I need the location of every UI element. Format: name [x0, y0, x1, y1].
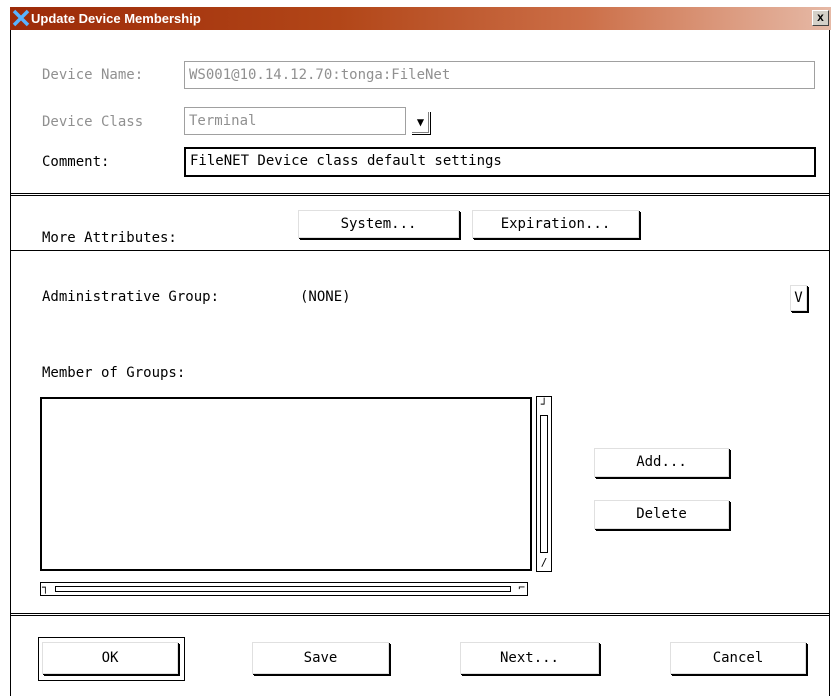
title-bar[interactable]: Update Device Membership x — [10, 7, 831, 30]
footer-section: OK Save Next... Cancel — [11, 615, 829, 695]
ok-button[interactable]: OK — [42, 642, 178, 674]
member-groups-horizontal-scrollbar[interactable]: ┐ ⌐ — [40, 581, 528, 596]
device-name-label: Device Name: — [42, 67, 144, 83]
device-name-field: WS001@10.14.12.70:tonga:FileNet — [184, 61, 815, 89]
identity-section: Device Name: WS001@10.14.12.70:tonga:Fil… — [11, 30, 829, 194]
scroll-right-icon[interactable]: ⌐ — [518, 581, 525, 595]
delete-group-button[interactable]: Delete — [594, 500, 729, 529]
x-logo-icon — [12, 9, 30, 27]
scroll-down-icon[interactable]: / — [538, 556, 550, 570]
administrative-group-label: Administrative Group: — [42, 289, 220, 305]
save-button[interactable]: Save — [252, 642, 389, 674]
groups-section: Administrative Group: (NONE) V Member of… — [11, 252, 829, 614]
member-groups-list[interactable] — [40, 397, 532, 571]
cancel-button[interactable]: Cancel — [670, 642, 806, 674]
chevron-down-icon: V — [794, 290, 803, 306]
horizontal-scroll-track[interactable] — [55, 586, 511, 592]
device-class-label: Device Class — [42, 114, 144, 130]
window-title: Update Device Membership — [31, 11, 201, 26]
device-class-dropdown-button: ▼ — [411, 111, 430, 134]
administrative-group-dropdown-button[interactable]: V — [790, 285, 807, 311]
chevron-down-icon: ▼ — [416, 115, 425, 129]
scroll-left-icon[interactable]: ┐ — [42, 581, 49, 595]
attributes-section: More Attributes: System... Expiration... — [11, 195, 829, 251]
expiration-button[interactable]: Expiration... — [472, 210, 639, 238]
scroll-up-icon[interactable]: ┘ — [538, 398, 550, 412]
member-of-groups-label: Member of Groups: — [42, 365, 186, 381]
system-button[interactable]: System... — [298, 210, 459, 238]
member-groups-vertical-scrollbar[interactable]: ┘ / — [536, 396, 552, 572]
add-group-button[interactable]: Add... — [594, 448, 729, 477]
comment-input[interactable]: FileNET Device class default settings — [184, 147, 816, 177]
close-icon: x — [817, 10, 824, 24]
close-button[interactable]: x — [812, 10, 829, 26]
dialog-window: Update Device Membership x Device Name: … — [10, 7, 831, 696]
comment-label: Comment: — [42, 154, 110, 170]
more-attributes-label: More Attributes: — [42, 230, 177, 246]
next-button[interactable]: Next... — [460, 642, 599, 674]
dialog-body: Device Name: WS001@10.14.12.70:tonga:Fil… — [10, 30, 830, 696]
administrative-group-value: (NONE) — [300, 289, 351, 305]
device-class-field: Terminal — [184, 107, 406, 135]
vertical-scroll-track[interactable] — [540, 415, 548, 553]
